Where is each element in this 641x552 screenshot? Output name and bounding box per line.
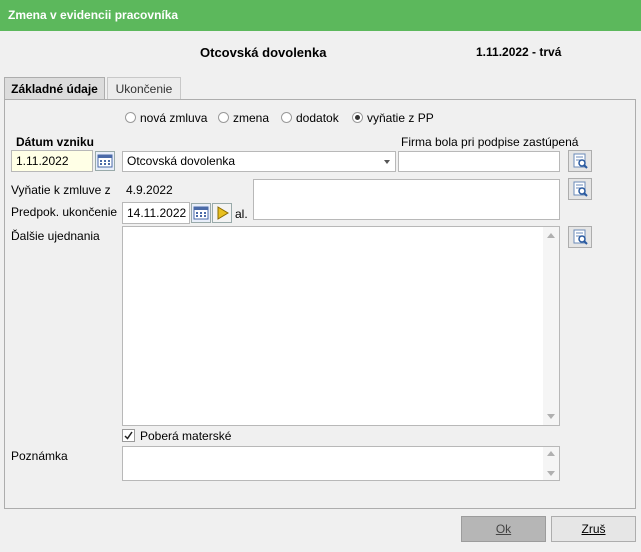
leave-type-heading: Otcovská dovolenka [200, 45, 327, 60]
cancel-button[interactable]: Zruš [551, 516, 636, 542]
expected-end-label: Predpok. ukončenie [11, 205, 118, 219]
chevron-down-icon [384, 160, 390, 164]
search-document-icon [573, 153, 588, 169]
date-created-label: Dátum vzniku [16, 135, 95, 149]
radio-circle-icon [218, 112, 229, 124]
lookup-representative-button[interactable] [568, 178, 592, 200]
maternity-checkbox[interactable] [122, 429, 135, 442]
scroll-down-icon[interactable] [547, 414, 555, 419]
lookup-further-button[interactable] [568, 226, 592, 248]
calendar-icon[interactable] [95, 151, 115, 171]
checkmark-icon [124, 431, 133, 440]
representative-textarea[interactable] [253, 179, 560, 220]
cancel-button-label: Zruš [581, 522, 606, 536]
radio-selected-icon [352, 112, 363, 124]
tab-termination[interactable]: Ukončenie [107, 77, 181, 99]
radio-circle-icon [125, 112, 136, 124]
note-textarea[interactable] [122, 446, 560, 481]
firm-label: Firma bola pri podpise zastúpená [401, 135, 579, 149]
search-document-icon [573, 181, 588, 197]
further-textarea[interactable] [122, 226, 560, 426]
expected-end-input[interactable]: 14.11.2022 [122, 202, 190, 224]
radio-amendment[interactable]: dodatok [281, 110, 339, 125]
scroll-up-icon[interactable] [547, 233, 555, 238]
search-document-icon [573, 229, 588, 245]
note-label: Poznámka [11, 449, 68, 463]
exempt-label: Vyňatie k zmluve z [11, 183, 111, 197]
scroll-down-icon[interactable] [547, 471, 555, 476]
radio-change[interactable]: zmena [218, 110, 269, 125]
further-label: Ďalšie ujednania [11, 229, 100, 243]
firm-input[interactable] [398, 151, 560, 172]
date-created-input[interactable]: 1.11.2022 [11, 150, 93, 172]
play-arrow-icon[interactable] [212, 203, 232, 223]
radio-circle-icon [281, 112, 292, 124]
lookup-firm-button[interactable] [568, 150, 592, 172]
scrollbar[interactable] [543, 447, 559, 480]
maternity-label: Poberá materské [140, 429, 232, 443]
window-titlebar: Zmena v evidencii pracovníka [0, 0, 641, 31]
exempt-value: 4.9.2022 [126, 183, 173, 197]
radio-exemption[interactable]: vyňatie z PP [352, 110, 434, 125]
tab-basic-info[interactable]: Základné údaje [4, 77, 105, 99]
al-label: al. [235, 207, 248, 221]
leave-type-select[interactable]: Otcovská dovolenka [122, 151, 396, 172]
radio-new-contract[interactable]: nová zmluva [125, 110, 207, 125]
ok-button[interactable]: Ok [461, 516, 546, 542]
window-title: Zmena v evidencii pracovníka [8, 8, 179, 22]
scroll-up-icon[interactable] [547, 451, 555, 456]
period-heading: 1.11.2022 - trvá [476, 45, 562, 59]
leave-type-selected-value: Otcovská dovolenka [127, 154, 236, 168]
ok-button-label: Ok [495, 522, 512, 536]
scrollbar[interactable] [543, 227, 559, 425]
calendar-icon[interactable] [191, 203, 211, 223]
